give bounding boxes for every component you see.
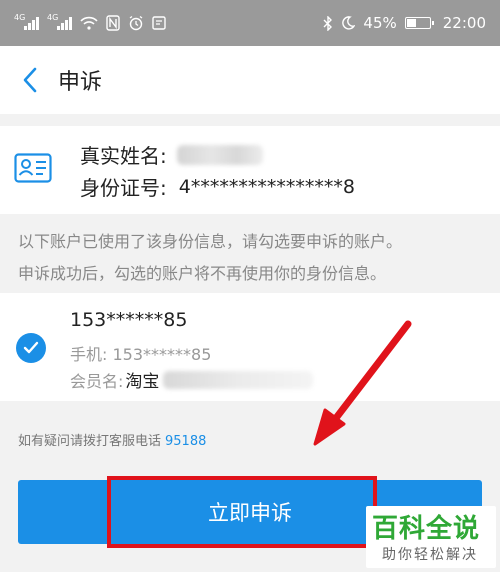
battery-percent: 45% [363,14,397,32]
signal-icon: 4G [47,13,72,30]
back-button[interactable] [0,46,60,114]
name-value-blurred [176,144,263,165]
signal-2-label: 4G [47,13,59,22]
wifi-icon [80,16,98,30]
watermark-subtitle: 助你轻松解决 [382,547,478,563]
annotation-highlight-box [107,476,377,548]
signal-icon: 4G [14,13,39,30]
nav-bar: 申诉 [0,46,500,114]
account-number: 153******85 [70,309,188,331]
account-phone: 手机: 153******85 [70,341,211,365]
watermark-logo: 百科全说 助你轻松解决 [366,506,496,568]
account-member: 会员名: 淘宝 [70,367,314,392]
id-number-label: 身份证号: [80,176,167,200]
status-bar: 4G 4G 45% 22:00 [0,0,500,46]
id-card-icon [14,153,52,183]
status-right: 45% 22:00 [323,14,486,32]
member-value-blurred [163,370,314,389]
status-time: 22:00 [442,14,486,32]
watermark-title: 百科全说 [372,514,481,544]
member-value: 淘宝 [125,372,160,392]
battery-icon [404,17,434,29]
name-row: 真实姓名: [80,140,263,169]
help-text: 如有疑问请拨打客服电话 95188 [18,430,206,449]
notice-line-1: 以下账户已使用了该身份信息，请勾选要申诉的账户。 [18,232,403,251]
signal-1-label: 4G [14,13,26,22]
notice-line-2: 申诉成功后，勾选的账户将不再使用你的身份信息。 [18,264,387,283]
phone-value: 153******85 [112,345,212,364]
account-checkbox[interactable] [16,333,46,363]
check-icon [23,341,39,354]
status-left: 4G 4G [14,13,166,31]
notice-text: 以下账户已使用了该身份信息，请勾选要申诉的账户。 申诉成功后，勾选的账户将不再使… [18,226,488,290]
name-label: 真实姓名: [80,144,167,168]
id-number-row: 身份证号: 4****************8 [80,172,355,201]
page-title: 申诉 [58,70,103,95]
member-label: 会员名: [70,371,124,391]
message-icon [152,16,166,30]
alarm-icon [129,15,143,31]
moon-icon [342,16,356,30]
identity-card: 真实姓名: 身份证号: 4****************8 [0,126,500,214]
help-label: 如有疑问请拨打客服电话 [18,434,162,449]
nfc-icon [106,15,120,31]
bluetooth-icon [323,15,333,31]
id-number-value: 4****************8 [178,175,355,198]
phone-label: 手机: [70,345,108,364]
chevron-left-icon [23,67,37,93]
help-phone-link[interactable]: 95188 [165,434,206,449]
